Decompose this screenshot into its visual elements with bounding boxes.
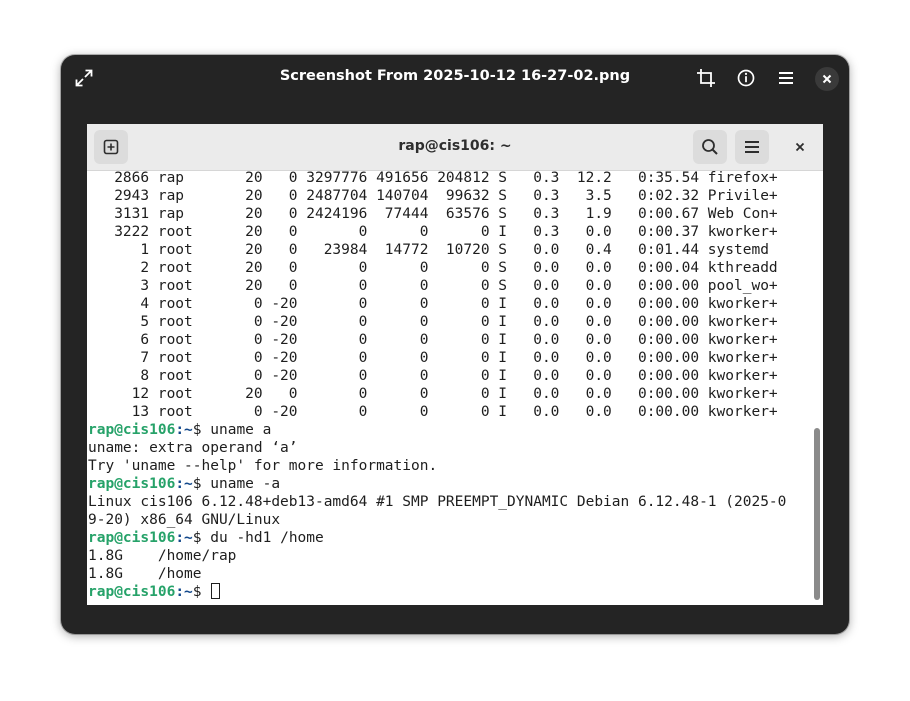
output-line: Linux cis106 6.12.48+deb13-amd64 #1 SMP … xyxy=(88,494,787,510)
close-icon xyxy=(822,74,832,84)
prompt-symbol: $ xyxy=(192,530,211,546)
command-text: du -hd1 /home xyxy=(210,530,324,546)
terminal-screenshot: rap@cis106: ~ 2866 rap 20 0 3297776 4916… xyxy=(87,124,823,605)
prompt-path: :~ xyxy=(175,530,193,546)
info-icon xyxy=(737,69,755,87)
process-row: 2943 rap 20 0 2487704 140704 99632 S 0.3… xyxy=(88,188,778,204)
command-line: rap@cis106:~$ uname -a xyxy=(88,475,810,493)
process-row: 2 root 20 0 0 0 0 S 0.0 0.0 0:00.04 kthr… xyxy=(88,260,778,276)
info-button[interactable] xyxy=(730,62,762,94)
process-row: 3131 rap 20 0 2424196 77444 63576 S 0.3 … xyxy=(88,206,778,222)
viewer-menu-button[interactable] xyxy=(770,62,802,94)
command-text: uname -a xyxy=(210,476,281,492)
output-line: 1.8G /home/rap xyxy=(88,548,237,564)
process-row: 7 root 0 -20 0 0 0 I 0.0 0.0 0:00.00 kwo… xyxy=(88,350,778,366)
viewer-header-bar: Screenshot From 2025-10-12 16-27-02.png xyxy=(61,55,849,101)
output-line: 9-20) x86_64 GNU/Linux xyxy=(88,512,281,528)
crop-button[interactable] xyxy=(690,62,722,94)
prompt-path: :~ xyxy=(175,476,193,492)
menu-icon xyxy=(779,72,793,84)
prompt-user: rap@cis106 xyxy=(88,476,176,492)
viewer-close-button[interactable] xyxy=(815,67,839,91)
process-row: 8 root 0 -20 0 0 0 I 0.0 0.0 0:00.00 kwo… xyxy=(88,368,778,384)
search-button[interactable] xyxy=(693,130,727,164)
menu-icon xyxy=(745,141,759,153)
process-row: 3222 root 20 0 0 0 0 I 0.3 0.0 0:00.37 k… xyxy=(88,224,778,240)
terminal-menu-button[interactable] xyxy=(735,130,769,164)
prompt-user: rap@cis106 xyxy=(88,422,176,438)
process-row: 12 root 20 0 0 0 0 I 0.0 0.0 0:00.00 kwo… xyxy=(88,386,778,402)
command-text: uname a xyxy=(210,422,272,438)
terminal-output[interactable]: 2866 rap 20 0 3297776 491656 204812 S 0.… xyxy=(88,169,810,605)
active-command-line[interactable]: rap@cis106:~$ xyxy=(88,583,810,601)
prompt-path: :~ xyxy=(175,422,193,438)
process-row: 13 root 0 -20 0 0 0 I 0.0 0.0 0:00.00 kw… xyxy=(88,404,778,420)
search-icon xyxy=(702,139,718,155)
process-row: 1 root 20 0 23984 14772 10720 S 0.0 0.4 … xyxy=(88,242,769,258)
prompt-symbol: $ xyxy=(192,476,211,492)
process-row: 2866 rap 20 0 3297776 491656 204812 S 0.… xyxy=(88,170,778,186)
process-row: 5 root 0 -20 0 0 0 I 0.0 0.0 0:00.00 kwo… xyxy=(88,314,778,330)
terminal-header-bar: rap@cis106: ~ xyxy=(87,124,823,171)
process-row: 4 root 0 -20 0 0 0 I 0.0 0.0 0:00.00 kwo… xyxy=(88,296,778,312)
output-line: uname: extra operand ‘a’ xyxy=(88,440,298,456)
terminal-scrollbar[interactable] xyxy=(811,170,823,605)
close-icon xyxy=(795,142,805,152)
process-row: 3 root 20 0 0 0 0 S 0.0 0.0 0:00.00 pool… xyxy=(88,278,778,294)
prompt-user: rap@cis106 xyxy=(88,584,176,600)
prompt-path: :~ xyxy=(175,584,193,600)
text-cursor xyxy=(211,583,221,599)
command-line: rap@cis106:~$ uname a xyxy=(88,421,810,439)
prompt-symbol: $ xyxy=(192,584,211,600)
scrollbar-thumb[interactable] xyxy=(814,428,820,600)
command-line: rap@cis106:~$ du -hd1 /home xyxy=(88,529,810,547)
output-line: 1.8G /home xyxy=(88,566,202,582)
prompt-symbol: $ xyxy=(192,422,211,438)
process-row: 6 root 0 -20 0 0 0 I 0.0 0.0 0:00.00 kwo… xyxy=(88,332,778,348)
image-viewer-window: Screenshot From 2025-10-12 16-27-02.png xyxy=(61,55,849,634)
output-line: Try 'uname --help' for more information. xyxy=(88,458,438,474)
prompt-user: rap@cis106 xyxy=(88,530,176,546)
terminal-close-button[interactable] xyxy=(783,130,817,164)
crop-icon xyxy=(697,69,715,87)
